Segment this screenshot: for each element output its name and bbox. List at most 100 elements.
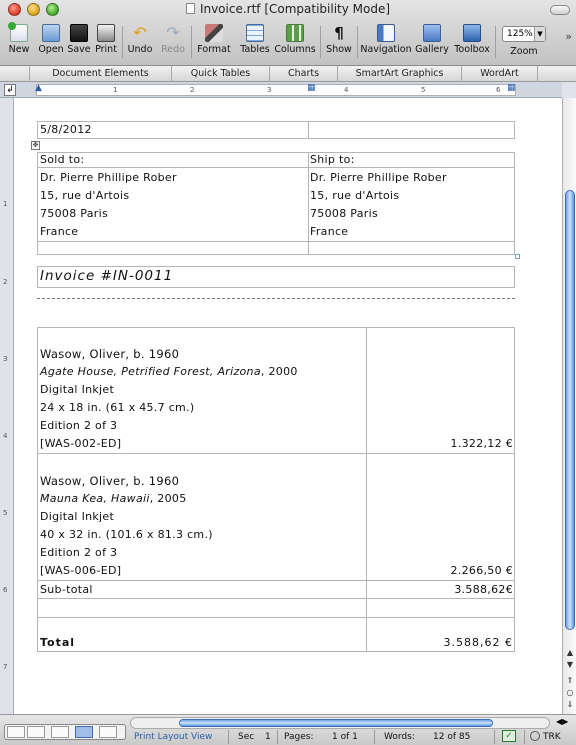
toolbar-separator — [122, 26, 123, 58]
item-year: , 2005 — [149, 492, 187, 505]
vertical-scrollbar[interactable]: ▲ ▼ ⇑ ○ ⇓ — [562, 98, 576, 714]
column-marker-icon[interactable]: ▦ — [307, 83, 316, 93]
new-button[interactable]: New — [4, 22, 34, 62]
row-divider — [37, 598, 515, 599]
new-document-icon — [8, 22, 28, 42]
browse-object-icon[interactable]: ○ — [565, 688, 575, 697]
vruler-number: 4 — [3, 432, 8, 440]
print-button[interactable]: Print — [93, 24, 119, 62]
sold-to-line: France — [40, 225, 79, 238]
undo-icon: ↶ — [133, 23, 147, 42]
show-button[interactable]: ¶ Show — [324, 24, 354, 62]
zoom-value: 125% — [507, 29, 533, 39]
tab-smartart-graphics[interactable]: SmartArt Graphics — [338, 66, 462, 82]
toolbar-separator — [357, 26, 358, 58]
horizontal-scroll-thumb[interactable] — [179, 719, 493, 727]
tab-document-elements[interactable]: Document Elements — [30, 66, 172, 82]
ship-to-line: France — [310, 225, 349, 238]
track-changes-icon[interactable] — [530, 731, 540, 741]
item-title-line: Agate House, Petrified Forest, Arizona, … — [40, 365, 298, 378]
row-divider — [37, 241, 515, 242]
horizontal-ruler[interactable]: 1 2 3 4 5 6 ▲ ▦ ▦ — [35, 83, 516, 96]
tab-wordart[interactable]: WordArt — [462, 66, 538, 82]
vruler-number: 7 — [3, 663, 8, 671]
document-page[interactable]: 5/8/2012 ✥ Sold to: Dr. Pierre Phillipe … — [14, 98, 562, 714]
horizontal-ruler-area: ↲ 1 2 3 4 5 6 ▲ ▦ ▦ — [0, 82, 576, 98]
toolbar-toggle-button[interactable] — [550, 5, 570, 15]
row-divider — [37, 167, 515, 168]
track-changes-label[interactable]: TRK — [543, 732, 561, 742]
table-resize-handle-icon[interactable] — [515, 254, 520, 259]
spelling-check-icon[interactable]: ✓ — [502, 730, 516, 742]
toolbox-button[interactable]: Toolbox — [452, 24, 492, 62]
item-medium: Digital Inkjet — [40, 383, 115, 396]
publishing-view-button[interactable] — [51, 726, 69, 738]
table-icon — [246, 24, 264, 42]
item-size: 40 x 32 in. (101.6 x 81.3 cm.) — [40, 528, 213, 541]
row-divider — [37, 580, 515, 581]
scroll-down-icon[interactable]: ▼ — [565, 660, 575, 669]
scroll-arrows-icon[interactable]: ◀▶ — [556, 717, 568, 726]
table-move-handle-icon[interactable]: ✥ — [31, 141, 40, 150]
pilcrow-icon: ¶ — [334, 24, 344, 42]
cell-divider — [308, 121, 309, 139]
item-price: 2.266,50 € — [450, 564, 513, 577]
draft-view-button[interactable] — [7, 726, 25, 738]
tables-button[interactable]: Tables — [238, 24, 272, 62]
vruler-number: 3 — [3, 355, 8, 363]
dashed-divider — [37, 298, 515, 299]
redo-button[interactable]: ↷ Redo — [159, 24, 187, 62]
status-divider — [524, 730, 525, 744]
next-page-icon[interactable]: ⇓ — [565, 700, 575, 709]
word-window: Invoice.rtf [Compatibility Mode] New Ope… — [0, 0, 576, 745]
open-button[interactable]: Open — [38, 24, 64, 62]
ruler-number: 1 — [113, 86, 118, 94]
horizontal-scrollbar[interactable] — [130, 717, 550, 729]
title-toolbar-region: Invoice.rtf [Compatibility Mode] New Ope… — [0, 0, 576, 66]
ship-to-line: 15, rue d'Artois — [310, 189, 400, 202]
navigation-pane-icon — [377, 24, 395, 42]
columns-button[interactable]: Columns — [274, 24, 316, 62]
vertical-scroll-thumb[interactable] — [565, 190, 575, 630]
item-price: 1.322,12 € — [450, 437, 513, 450]
item-code: [WAS-006-ED] — [40, 564, 122, 577]
ruler-number: 2 — [190, 86, 195, 94]
print-layout-view-button[interactable] — [75, 726, 93, 738]
tab-quick-tables[interactable]: Quick Tables — [172, 66, 270, 82]
zoom-select[interactable]: 125% ▼ — [502, 26, 546, 42]
full-screen-view-button[interactable] — [99, 726, 117, 738]
undo-button[interactable]: ↶ Undo — [125, 24, 155, 62]
indent-marker-icon[interactable]: ▲ — [35, 83, 42, 93]
ruler-number: 3 — [267, 86, 272, 94]
toolbar-separator — [495, 26, 496, 58]
right-indent-marker-icon[interactable]: ▦ — [507, 83, 516, 93]
navigation-button[interactable]: Navigation — [360, 24, 412, 62]
toolbar-separator — [320, 26, 321, 58]
open-folder-icon — [42, 24, 60, 42]
gallery-button[interactable]: Gallery — [414, 24, 450, 62]
tab-charts[interactable]: Charts — [270, 66, 338, 82]
ship-to-line: 75008 Paris — [310, 207, 378, 220]
format-button[interactable]: Format — [196, 24, 232, 62]
view-buttons — [4, 724, 126, 740]
tab-stop-selector[interactable]: ↲ — [4, 84, 16, 96]
previous-page-icon[interactable]: ⇑ — [565, 676, 575, 685]
outline-view-button[interactable] — [27, 726, 45, 738]
scroll-up-icon[interactable]: ▲ — [565, 648, 575, 657]
save-button[interactable]: Save — [66, 24, 92, 62]
item-title-line: Mauna Kea, Hawaii, 2005 — [40, 492, 187, 505]
item-medium: Digital Inkjet — [40, 510, 115, 523]
ship-to-line: Dr. Pierre Phillipe Rober — [310, 171, 447, 184]
date-row — [37, 121, 515, 139]
item-size: 24 x 18 in. (61 x 45.7 cm.) — [40, 401, 195, 414]
sold-to-line: 75008 Paris — [40, 207, 108, 220]
status-divider — [494, 730, 495, 744]
view-name: Print Layout View — [134, 732, 213, 742]
words-value: 12 of 85 — [433, 732, 471, 742]
toolbox-icon — [463, 24, 481, 42]
zoom-label: Zoom — [510, 46, 538, 57]
item-title: Agate House, Petrified Forest, Arizona — [40, 365, 261, 378]
save-disk-icon — [70, 24, 88, 42]
vertical-ruler[interactable]: 1 2 3 4 5 6 7 — [0, 98, 14, 714]
toolbar-overflow-icon[interactable]: » — [565, 30, 572, 43]
